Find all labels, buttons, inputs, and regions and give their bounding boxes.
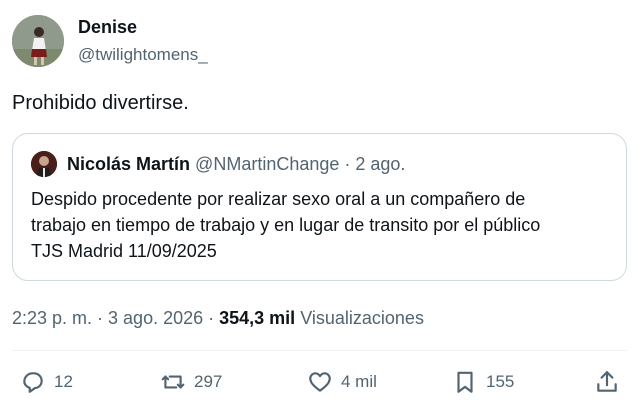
- reply-button[interactable]: 12: [20, 369, 73, 395]
- divider: [12, 350, 627, 351]
- views-label: Visualizaciones: [300, 308, 424, 328]
- action-bar: 12 297 4 mil 155: [0, 365, 641, 405]
- quoted-text-line: trabajo en tiempo de trabajo y en lugar …: [31, 215, 541, 235]
- quoted-author-avatar: [31, 151, 57, 177]
- reply-icon: [23, 372, 43, 393]
- quoted-author-name: Nicolás Martín: [67, 154, 191, 174]
- quoted-handle-date: @NMartinChange · 2 ago.: [195, 154, 406, 174]
- retweet-icon: [161, 375, 185, 389]
- quoted-text-line: Despido procedente por realizar sexo ora…: [31, 189, 526, 209]
- like-button[interactable]: 4 mil: [307, 369, 377, 395]
- bookmark-icon: [457, 371, 473, 393]
- share-button[interactable]: [594, 369, 620, 395]
- retweet-button[interactable]: 297: [160, 369, 222, 395]
- views-count: 354,3 mil: [219, 308, 296, 328]
- bookmark-button[interactable]: 155: [452, 369, 514, 395]
- author-name[interactable]: Denise: [78, 16, 137, 38]
- reply-count: 12: [54, 372, 73, 391]
- tweet-text: Prohibido divertirse.: [12, 92, 189, 114]
- tweet-meta: 2:23 p. m. · 3 ago. 2026 · 354,3 mil Vis…: [12, 306, 424, 330]
- quoted-text-line: TJS Madrid 11/09/2025: [31, 241, 217, 261]
- quoted-tweet[interactable]: Nicolás Martín @NMartinChange · 2 ago. D…: [12, 133, 627, 281]
- share-icon: [597, 371, 617, 392]
- like-count: 4 mil: [341, 372, 377, 391]
- author-handle[interactable]: @twilightomens_: [78, 44, 208, 66]
- quoted-text: Despido procedente por realizar sexo ora…: [31, 186, 616, 264]
- author-avatar[interactable]: [12, 15, 64, 67]
- retweet-count: 297: [194, 372, 223, 391]
- heart-icon: [309, 372, 331, 392]
- quoted-header: Nicolás Martín @NMartinChange · 2 ago.: [67, 152, 405, 176]
- bookmark-count: 155: [486, 372, 515, 391]
- tweet-timestamp[interactable]: 2:23 p. m. · 3 ago. 2026 ·: [12, 308, 219, 328]
